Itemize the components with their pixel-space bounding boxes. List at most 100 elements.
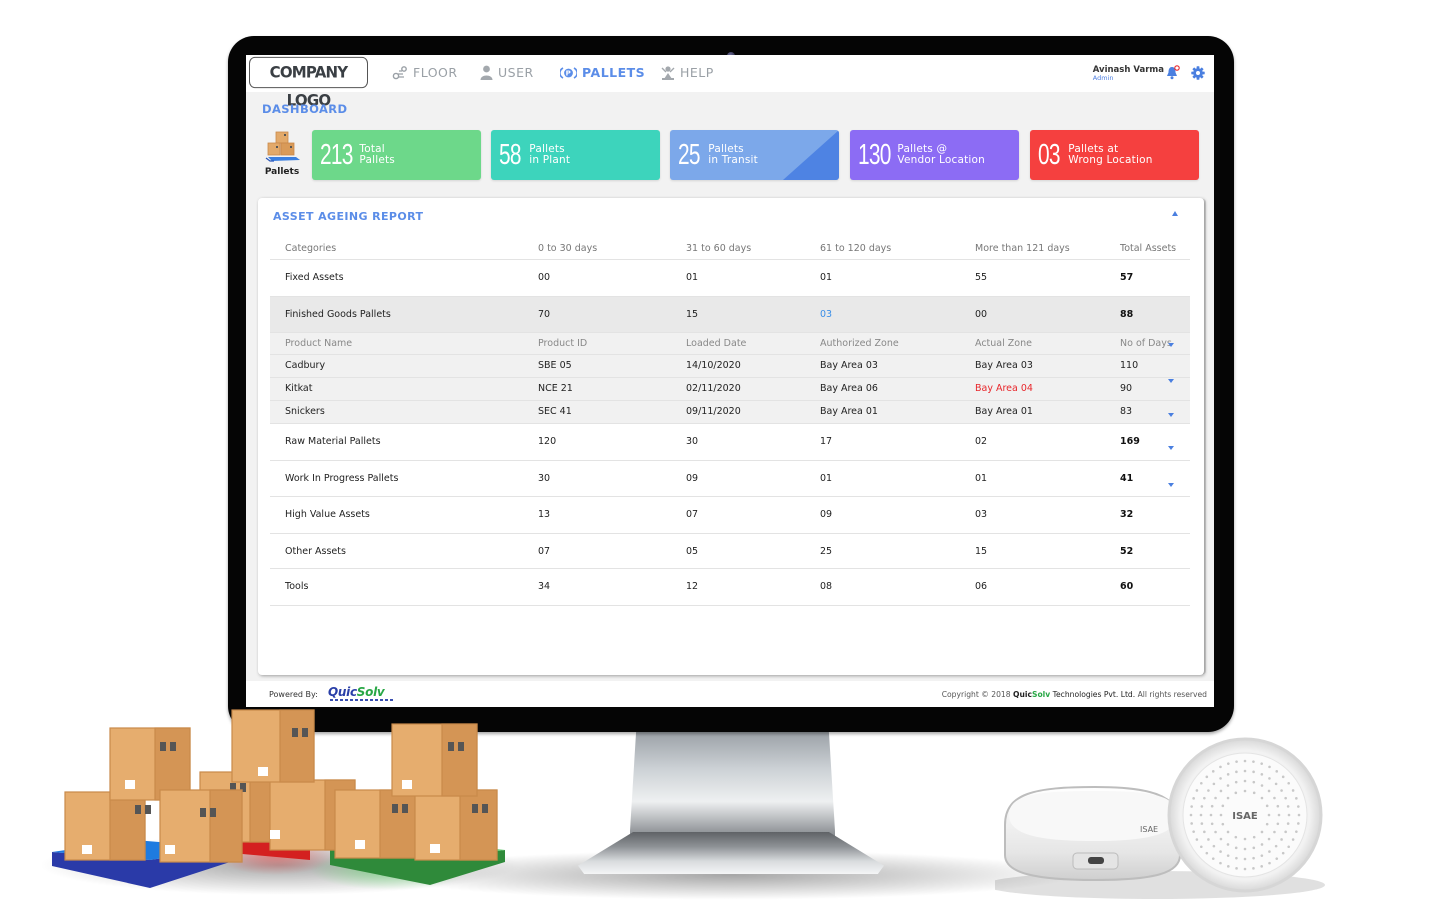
quicsolv-logo[interactable]: QuicSolv — [328, 685, 385, 699]
table-row[interactable]: Tools 34 12 08 06 60 — [270, 569, 1190, 606]
cell-total: 57 — [1120, 272, 1134, 283]
gateway-device: ISAE — [1004, 785, 1181, 882]
table-row[interactable]: Other Assets 07 05 25 15 52 — [270, 534, 1190, 569]
sensor-hole — [1297, 805, 1300, 808]
sensor-hole — [1260, 854, 1264, 857]
sensor-hole — [1273, 796, 1276, 800]
sensor-hole — [1275, 770, 1279, 773]
nav-pallets[interactable]: P PALLETS — [560, 65, 645, 80]
user-profile[interactable]: Avinash Varma Admin — [1093, 65, 1164, 82]
sensor-hole — [1209, 813, 1213, 817]
card-label-line2: in Transit — [708, 154, 758, 166]
floor-map-icon — [392, 65, 407, 79]
sensor-hole — [1205, 851, 1209, 855]
nav-help[interactable]: HELP — [661, 65, 714, 80]
sensor-hole — [1234, 780, 1238, 784]
expand-caret-icon[interactable] — [1168, 483, 1174, 487]
sensor-hole — [1211, 857, 1215, 860]
detail-row[interactable]: Kitkat NCE 21 02/11/2020 Bay Area 06 Bay Are… — [270, 378, 1190, 401]
report-header-row: Categories 0 to 30 days 31 to 60 days 61 to… — [270, 234, 1190, 260]
cell-d121-plus: 01 — [975, 473, 988, 484]
help-icon — [661, 66, 675, 80]
card-pallets-in-transit[interactable]: 25 Pallets in Transit — [670, 130, 839, 180]
nav-user[interactable]: USER — [480, 65, 534, 80]
sensor-hole — [1219, 837, 1223, 841]
sensor-hole — [1297, 813, 1301, 817]
settings-button[interactable] — [1191, 65, 1205, 84]
copyright-pre: Copyright © 2018 — [941, 690, 1011, 699]
nav-floor[interactable]: FLOOR — [392, 65, 458, 80]
cell-d0-30: 70 — [538, 309, 551, 320]
sensor-hole — [1200, 845, 1203, 849]
detail-cell-actual: Bay Area 04 — [975, 383, 1033, 394]
table-row[interactable]: Fixed Assets 00 01 01 55 57 — [270, 260, 1190, 297]
card-label-line2: Wrong Location — [1068, 154, 1153, 166]
sensor-hole — [1190, 822, 1193, 825]
cell-total: 60 — [1120, 581, 1134, 592]
svg-text:P: P — [566, 69, 572, 77]
copyright-post: All rights reserved — [1137, 690, 1207, 699]
company-logo[interactable]: COMPANY LOGO — [249, 56, 368, 110]
cell-d61-120: 01 — [820, 473, 833, 484]
card-value: 03 — [1038, 138, 1061, 171]
sensor-hole — [1192, 797, 1195, 800]
sensor-hole — [1195, 789, 1199, 792]
detail-column-header: Actual Zone — [975, 338, 1032, 349]
sensor-hole — [1210, 822, 1214, 826]
user-role: Admin — [1092, 74, 1114, 82]
card-pallets-vendor-location[interactable]: 130 Pallets @ Vendor Location — [850, 130, 1019, 180]
notifications-button[interactable] — [1166, 65, 1180, 84]
sensor-hole — [1243, 779, 1247, 783]
sensor-hole — [1252, 846, 1256, 850]
sensor-hole — [1267, 837, 1271, 841]
expand-caret-icon[interactable] — [1168, 379, 1174, 383]
detail-row[interactable]: Cadbury SBE 05 14/10/2020 Bay Area 03 Bay Ar… — [270, 355, 1190, 378]
detail-column-header: No of Days — [1120, 338, 1172, 349]
detail-cell-loaded: 02/11/2020 — [686, 383, 741, 394]
cell-d121-plus: 02 — [975, 436, 988, 447]
card-value: 58 — [499, 138, 522, 171]
sensor-hole — [1219, 765, 1222, 769]
cell-d31-60: 07 — [686, 509, 699, 520]
sensor-hole — [1252, 770, 1255, 774]
sensor-hole — [1200, 805, 1204, 808]
card-pallets-in-plant[interactable]: 58 Pallets in Plant — [491, 130, 660, 180]
cell-d0-30: 07 — [538, 546, 551, 557]
cell-d121-plus: 00 — [975, 309, 988, 320]
expand-caret-icon[interactable] — [1168, 343, 1174, 347]
sensor-hole — [1267, 789, 1271, 793]
detail-row[interactable]: Snickers SEC 41 09/11/2020 Bay Area 01 Bay A… — [270, 401, 1190, 424]
table-row[interactable]: Work In Progress Pallets 30 09 01 01 41 — [270, 461, 1190, 497]
card-value: 25 — [678, 138, 701, 171]
top-navigation-bar: COMPANY LOGO FLOOR USER P PALLETS HELP A… — [246, 55, 1214, 110]
brand-part1: Quic — [328, 685, 357, 699]
sensor-hole — [1286, 805, 1290, 808]
monitor-stand-base — [578, 832, 884, 874]
expand-caret-icon[interactable] — [1168, 446, 1174, 450]
table-row[interactable]: High Value Assets 13 07 09 03 32 — [270, 497, 1190, 534]
detail-cell-days: 83 — [1120, 406, 1133, 417]
cell-total: 169 — [1120, 436, 1140, 447]
cell-category: Work In Progress Pallets — [285, 473, 399, 484]
cell-total: 88 — [1120, 309, 1134, 320]
card-total-pallets[interactable]: 213 Total Pallets — [312, 130, 481, 180]
table-row[interactable]: Raw Material Pallets 120 30 17 02 169 — [270, 424, 1190, 461]
sensor-hole — [1268, 850, 1271, 853]
detail-cell-id: SEC 41 — [538, 406, 572, 417]
sensor-hole — [1207, 789, 1210, 792]
sensor-hole — [1235, 867, 1238, 870]
table-row[interactable]: Finished Goods Pallets 70 15 03 00 88 — [270, 297, 1190, 333]
detail-cell-product: Cadbury — [285, 360, 326, 371]
detail-cell-product: Kitkat — [285, 383, 313, 394]
sensor-hole — [1273, 830, 1276, 834]
sensor-hole — [1212, 844, 1216, 848]
expand-caret-icon[interactable] — [1168, 413, 1174, 417]
sensor-hole — [1265, 804, 1269, 808]
sensor-hole — [1260, 762, 1263, 765]
card-pallets-wrong-location[interactable]: 03 Pallets at Wrong Location — [1030, 130, 1199, 180]
breadcrumb[interactable]: DASHBOARD — [262, 102, 348, 116]
sensor-hole — [1219, 813, 1223, 817]
column-header: 31 to 60 days — [686, 243, 752, 254]
sensor-hole — [1226, 854, 1230, 857]
collapse-caret-icon[interactable] — [1172, 211, 1178, 216]
